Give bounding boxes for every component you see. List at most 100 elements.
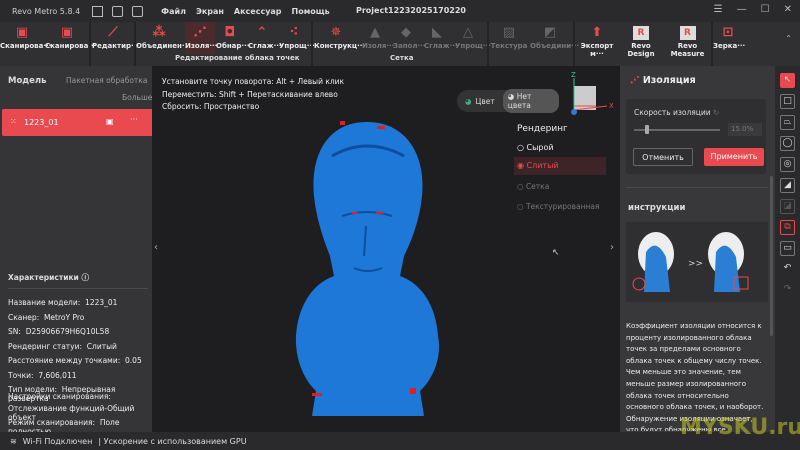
- detect-button[interactable]: ◘ Обнар···: [216, 22, 249, 54]
- detect-icon: ◘: [224, 25, 236, 40]
- more-options-icon[interactable]: ···: [130, 115, 138, 124]
- collapse-ribbon-icon[interactable]: ⌃: [785, 34, 792, 43]
- copy-select-icon[interactable]: ⧉: [780, 220, 795, 235]
- property-row: Название модели: 1223_01: [8, 298, 118, 307]
- watermark: MYSKU.ru: [680, 415, 800, 440]
- export-icon: ⬆: [591, 25, 603, 40]
- model-title: Модель: [8, 76, 47, 86]
- ribbon: ▣ Сканирова··· ▣ Сканирова··· ⟋ Редактир···…: [0, 22, 800, 66]
- color-option[interactable]: Цвет: [476, 97, 495, 106]
- scan-button[interactable]: ▣ Сканирова···: [0, 22, 51, 54]
- revo-design-button[interactable]: R Revo Design: [620, 22, 662, 58]
- texture-icon: ▨: [502, 25, 516, 40]
- right-toolbar: ↖ □ ⏢ ◯ ◎ ◢ ◪ ⧉ ▭ ↶ ↷: [775, 66, 800, 432]
- property-row: Расстояние между точками: 0.05: [8, 356, 142, 365]
- mesh-isolate-icon: ▲: [370, 25, 380, 40]
- speed-slider[interactable]: [634, 125, 720, 134]
- more-link[interactable]: Больше: [122, 93, 152, 102]
- mesh-smooth-button[interactable]: ◣ Сглаж···: [424, 22, 458, 54]
- polygon-select-icon[interactable]: ⏢: [780, 115, 795, 130]
- isolation-panel: ⋰ Изоляция Скорость изоляции ↻ 15.0% Отм…: [620, 66, 775, 432]
- through-select-icon[interactable]: ◢: [780, 178, 795, 193]
- combine-button[interactable]: ◩ Объедини···: [530, 22, 579, 54]
- new-project-icon[interactable]: [112, 5, 124, 17]
- view-cube[interactable]: Z X: [562, 68, 622, 118]
- isolation-settings-card: Скорость изоляции ↻ 15.0% Отменить Приме…: [626, 99, 766, 174]
- open-folder-icon[interactable]: [132, 5, 144, 17]
- menu-help[interactable]: Помощь: [292, 7, 330, 16]
- home-icon[interactable]: [92, 5, 104, 17]
- cancel-button[interactable]: Отменить: [633, 148, 693, 166]
- reset-icon: ↻: [713, 108, 720, 117]
- isolate-icon: ⋰: [630, 75, 640, 86]
- fill-button[interactable]: ◆ Запол···: [393, 22, 425, 54]
- property-row: SN: D25906679H6Q10L58: [8, 327, 110, 336]
- collapse-left-icon[interactable]: ‹: [154, 242, 158, 253]
- smooth-button[interactable]: ⌃ Сглаж···: [248, 22, 282, 54]
- collapse-right-icon[interactable]: ›: [610, 242, 614, 253]
- brush-select-icon[interactable]: ◎: [780, 157, 795, 172]
- color-toggle[interactable]: ◕ Цвет ◕ Нет цвета: [457, 89, 559, 113]
- 3d-viewport[interactable]: Установите точку поворота: Alt + Левый к…: [152, 66, 620, 432]
- no-color-option[interactable]: ◕ Нет цвета: [502, 89, 559, 113]
- bust-scan-icon: ▣: [60, 25, 74, 40]
- mirror-button[interactable]: ⊡ Зерка···: [713, 22, 745, 54]
- maximize-button[interactable]: ☐: [761, 4, 770, 15]
- invert-select-icon[interactable]: ◪: [780, 199, 795, 214]
- lasso-select-icon[interactable]: ◯: [780, 136, 795, 151]
- export-button[interactable]: ⬆ Экспорт м···: [575, 22, 619, 59]
- revo-measure-icon: R: [679, 26, 696, 40]
- merge-button[interactable]: ⁂ Объединен···: [136, 22, 190, 54]
- render-option-mesh[interactable]: ○ Сетка: [517, 182, 549, 191]
- simplify-button[interactable]: ⁖ Упрощ···: [279, 22, 315, 54]
- model-item-name: 1223_01: [24, 118, 59, 127]
- menu-screen[interactable]: Экран: [196, 7, 224, 16]
- instruction-illustration: >>: [626, 222, 768, 302]
- scan-settings-label: Настройки сканирования:: [8, 392, 111, 401]
- edit-button[interactable]: ⟋ Редактир···: [92, 22, 139, 54]
- construct-icon: ✵: [330, 25, 342, 40]
- mesh-isolate-button[interactable]: ▲ Изоля···: [362, 22, 394, 54]
- batch-processing-link[interactable]: Пакетная обработка: [66, 76, 147, 85]
- property-row: Точки: 7,606,011: [8, 370, 77, 380]
- x-axis-label: X: [609, 102, 614, 110]
- minimize-button[interactable]: —: [737, 4, 747, 15]
- combine-icon: ◩: [543, 25, 557, 40]
- texture-button[interactable]: ▨ Текстура: [490, 22, 528, 54]
- apply-button[interactable]: Применить: [704, 148, 764, 166]
- instructions-title: инструкции: [628, 203, 686, 213]
- 3d-model-bust: [295, 121, 440, 416]
- simplify-icon: ⁖: [289, 25, 299, 40]
- model-list-item[interactable]: ⁙ 1223_01 ▣ ···: [2, 109, 154, 136]
- delete-icon[interactable]: ▭: [780, 241, 795, 256]
- menu-accessory[interactable]: Аксессуар: [234, 7, 282, 16]
- construct-button[interactable]: ✵ Конструкц···: [314, 22, 365, 54]
- scan-icon: ▣: [15, 25, 29, 40]
- redo-icon[interactable]: ↷: [780, 283, 795, 298]
- scan-bust-button[interactable]: ▣ Сканирова···: [45, 22, 96, 54]
- undo-icon[interactable]: ↶: [780, 262, 795, 277]
- property-row: Рендеринг статуи: Слитый: [8, 341, 117, 351]
- svg-text:>>: >>: [688, 259, 703, 269]
- close-button[interactable]: ✕: [784, 4, 792, 15]
- settings-icon[interactable]: ☰: [714, 4, 723, 15]
- speed-value-input[interactable]: 15.0%: [728, 123, 762, 136]
- render-option-raw[interactable]: ○ Сырой: [517, 143, 554, 152]
- rectangle-select-icon[interactable]: □: [780, 94, 795, 109]
- scrollbar[interactable]: [770, 176, 773, 336]
- menu-file[interactable]: Файл: [161, 7, 186, 16]
- mesh-simplify-button[interactable]: △ Упрощ···: [455, 22, 491, 54]
- isolation-header: ⋰ Изоляция: [630, 75, 696, 86]
- isolate-button[interactable]: ⋰ Изоля···: [185, 22, 217, 54]
- isolate-icon: ⋰: [193, 25, 207, 40]
- slider-thumb[interactable]: [644, 125, 649, 134]
- select-pointer-icon[interactable]: ↖: [780, 73, 795, 88]
- video-icon[interactable]: ▣: [106, 117, 114, 126]
- z-axis-label: Z: [571, 71, 576, 79]
- render-option-textured[interactable]: ○ Текстурированная: [517, 202, 600, 211]
- merge-icon: ⁂: [152, 25, 166, 40]
- point-cloud-icon: ⁙: [10, 117, 17, 126]
- title-bar: Revo Metro 5.8.4 Файл Экран Аксессуар По…: [0, 0, 800, 22]
- render-option-fused[interactable]: ◉ Слитый: [514, 157, 606, 175]
- revo-measure-button[interactable]: R Revo Measure: [665, 22, 710, 58]
